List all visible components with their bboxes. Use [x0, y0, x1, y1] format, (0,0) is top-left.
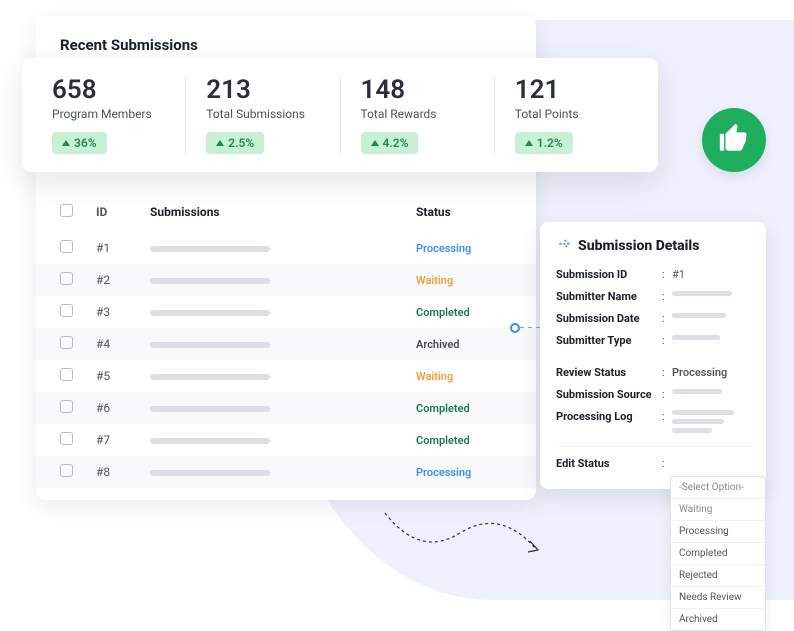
thumbs-up-badge — [702, 108, 766, 172]
stat-change-badge: 1.2% — [515, 132, 573, 154]
stat-value: 121 — [515, 76, 628, 105]
stat-block: 121 Total Points 1.2% — [495, 76, 648, 154]
row-status: Completed — [416, 402, 512, 415]
submission-details-panel: Submission Details Submission ID : #1 Su… — [540, 222, 766, 489]
detail-submission-id: Submission ID : #1 — [556, 268, 750, 281]
row-checkbox[interactable] — [60, 304, 73, 317]
header-submissions: Submissions — [150, 205, 416, 219]
row-status: Processing — [416, 242, 512, 255]
row-checkbox[interactable] — [60, 432, 73, 445]
detail-submission-source: Submission Source : — [556, 388, 750, 401]
dropdown-option[interactable]: Rejected — [671, 565, 765, 587]
decorative-squiggle — [380, 508, 540, 568]
triangle-up-icon — [216, 140, 224, 146]
row-checkbox[interactable] — [60, 464, 73, 477]
header-id: ID — [96, 205, 150, 219]
stats-card: 658 Program Members 36% 213 Total Submis… — [22, 58, 658, 172]
dropdown-option[interactable]: Processing — [671, 521, 765, 543]
row-status: Waiting — [416, 274, 512, 287]
detail-edit-status: Edit Status : — [556, 446, 750, 470]
stat-change-badge: 2.5% — [206, 132, 264, 154]
connector-dot — [510, 323, 520, 333]
row-id: #6 — [96, 401, 150, 415]
row-submission-placeholder — [150, 401, 416, 415]
detail-submission-date: Submission Date : — [556, 312, 750, 325]
stat-change-badge: 4.2% — [361, 132, 419, 154]
triangle-up-icon — [62, 140, 70, 146]
dropdown-option[interactable]: Completed — [671, 543, 765, 565]
row-checkbox[interactable] — [60, 272, 73, 285]
stat-value: 148 — [361, 76, 474, 105]
stat-value: 658 — [52, 76, 165, 105]
detail-processing-log: Processing Log : — [556, 410, 750, 437]
row-submission-placeholder — [150, 241, 416, 255]
row-status: Waiting — [416, 370, 512, 383]
stat-block: 148 Total Rewards 4.2% — [341, 76, 495, 154]
dropdown-option[interactable]: Waiting — [671, 499, 765, 521]
edit-status-dropdown[interactable]: -Select Option- WaitingProcessingComplet… — [670, 476, 766, 631]
table-row[interactable]: #8 Processing — [36, 456, 536, 488]
table-row[interactable]: #1 Processing — [36, 232, 536, 264]
row-status: Completed — [416, 434, 512, 447]
row-submission-placeholder — [150, 433, 416, 447]
table-row[interactable]: #3 Completed — [36, 296, 536, 328]
row-checkbox[interactable] — [60, 400, 73, 413]
table-row[interactable]: #6 Completed — [36, 392, 536, 424]
stat-label: Total Submissions — [206, 107, 319, 121]
row-submission-placeholder — [150, 305, 416, 319]
table-row[interactable]: #2 Waiting — [36, 264, 536, 296]
details-title: Submission Details — [578, 238, 699, 254]
details-header: Submission Details — [556, 236, 750, 256]
stat-label: Total Points — [515, 107, 628, 121]
triangle-up-icon — [371, 140, 379, 146]
stat-value: 213 — [206, 76, 319, 105]
row-id: #3 — [96, 305, 150, 319]
row-status: Completed — [416, 306, 512, 319]
stat-label: Total Rewards — [361, 107, 474, 121]
row-id: #8 — [96, 465, 150, 479]
row-checkbox[interactable] — [60, 368, 73, 381]
thumbs-up-icon — [717, 121, 751, 159]
arrow-right-icon — [556, 236, 572, 256]
row-submission-placeholder — [150, 465, 416, 479]
stat-label: Program Members — [52, 107, 165, 121]
row-submission-placeholder — [150, 337, 416, 351]
detail-submitter-name: Submitter Name : — [556, 290, 750, 303]
header-status: Status — [416, 205, 512, 219]
stat-change-badge: 36% — [52, 132, 107, 154]
row-status: Archived — [416, 338, 512, 351]
row-id: #2 — [96, 273, 150, 287]
row-id: #4 — [96, 337, 150, 351]
row-id: #5 — [96, 369, 150, 383]
table-row[interactable]: #7 Completed — [36, 424, 536, 456]
stat-block: 658 Program Members 36% — [32, 76, 186, 154]
row-submission-placeholder — [150, 369, 416, 383]
dropdown-option[interactable]: Archived — [671, 609, 765, 630]
row-checkbox[interactable] — [60, 336, 73, 349]
select-all-checkbox[interactable] — [60, 204, 73, 217]
dropdown-placeholder[interactable]: -Select Option- — [671, 477, 765, 499]
stat-block: 213 Total Submissions 2.5% — [186, 76, 340, 154]
row-id: #7 — [96, 433, 150, 447]
row-checkbox[interactable] — [60, 240, 73, 253]
table-row[interactable]: #4 Archived — [36, 328, 536, 360]
table-header-row: ID Submissions Status — [60, 196, 512, 232]
dropdown-option[interactable]: Needs Review — [671, 587, 765, 609]
detail-submitter-type: Submitter Type : — [556, 334, 750, 347]
row-status: Processing — [416, 466, 512, 479]
row-submission-placeholder — [150, 273, 416, 287]
triangle-up-icon — [525, 140, 533, 146]
table-row[interactable]: #5 Waiting — [36, 360, 536, 392]
detail-review-status: Review Status : Processing — [556, 366, 750, 379]
submissions-table: ID Submissions Status #1 Processing #2 W… — [36, 196, 536, 488]
row-id: #1 — [96, 241, 150, 255]
